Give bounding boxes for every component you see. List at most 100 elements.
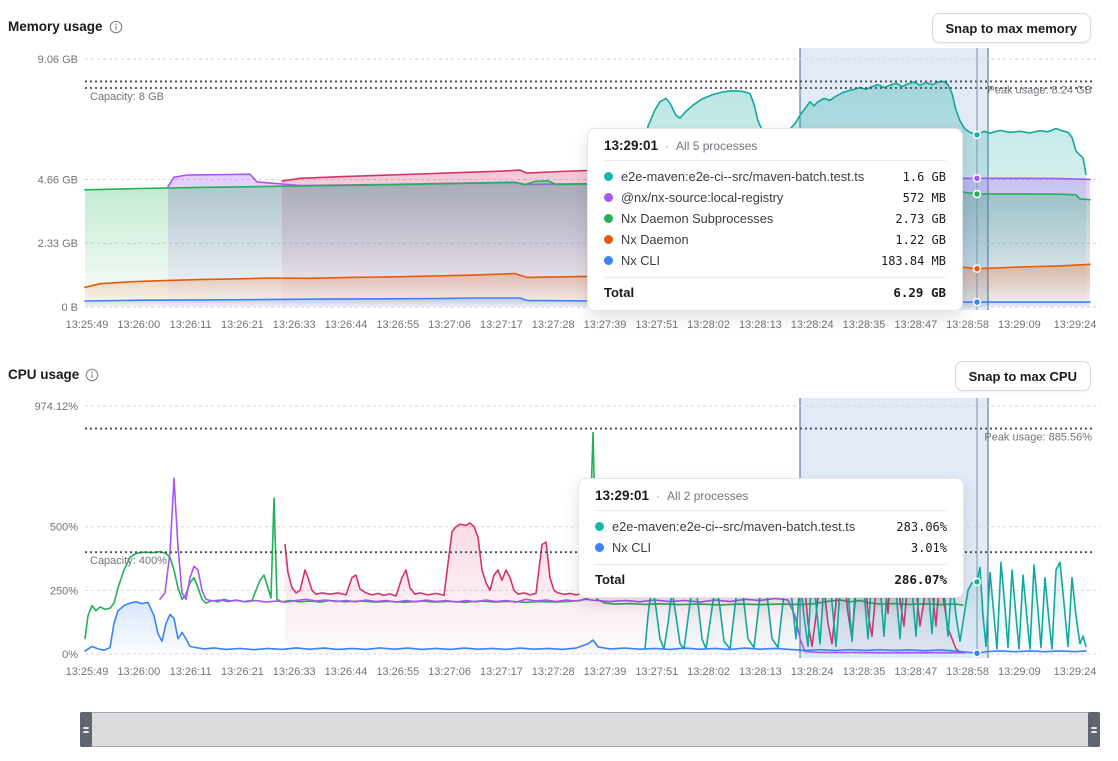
process-value: 1.6 GB: [903, 170, 946, 184]
series-color-dot-icon: [604, 214, 613, 223]
y-axis-label: 9.06 GB: [38, 54, 78, 66]
charts-canvas[interactable]: 9.06 GB 4.66 GB 2.33 GB 0 B Capacity: 8 GB Pe…: [0, 0, 1118, 761]
series-color-dot-icon: [604, 172, 613, 181]
brush-track[interactable]: [80, 712, 1100, 747]
info-icon[interactable]: [109, 20, 123, 34]
process-name: Nx Daemon: [621, 232, 887, 247]
tooltip-total-value: 6.29 GB: [893, 285, 946, 300]
process-name: e2e-maven:e2e-ci--src/maven-batch.test.t…: [621, 169, 895, 184]
x-axis-label: 13:26:55: [376, 666, 419, 678]
crosshair-dot: [974, 131, 981, 138]
y-axis-label: 2.33 GB: [38, 238, 78, 250]
cpu-section-header: CPU usage: [8, 367, 99, 382]
x-axis-label: 13:26:11: [170, 319, 212, 331]
process-name: Nx CLI: [621, 253, 873, 268]
process-name: Nx CLI: [612, 540, 903, 555]
tooltip-subtitle: All 2 processes: [667, 489, 748, 503]
x-axis-label: 13:26:44: [325, 666, 368, 678]
y-axis-label: 500%: [50, 522, 78, 534]
tooltip-total-row: Total 286.07%: [595, 564, 947, 587]
tooltip-rows: e2e-maven:e2e-ci--src/maven-batch.test.t…: [604, 161, 946, 273]
info-icon[interactable]: [85, 368, 99, 382]
x-axis-label: 13:28:47: [894, 666, 937, 678]
process-value: 283.06%: [896, 520, 947, 534]
tooltip-row: e2e-maven:e2e-ci--src/maven-batch.test.t…: [595, 516, 947, 537]
y-axis-label: 974.12%: [35, 401, 79, 413]
x-axis-label: 13:29:09: [998, 319, 1041, 331]
brush-handle-left[interactable]: [80, 712, 92, 747]
tooltip-rows: e2e-maven:e2e-ci--src/maven-batch.test.t…: [595, 511, 947, 560]
process-value: 1.22 GB: [895, 233, 946, 247]
x-axis-label: 13:26:44: [325, 319, 368, 331]
tooltip-separator: ·: [656, 489, 660, 503]
y-axis-label: 250%: [50, 585, 78, 597]
memory-tooltip: 13:29:01 · All 5 processes e2e-maven:e2e…: [587, 128, 963, 311]
process-value: 3.01%: [911, 541, 947, 555]
x-axis-label: 13:28:13: [739, 319, 782, 331]
crosshair-dot: [974, 175, 981, 182]
tooltip-row: Nx Daemon 1.22 GB: [604, 229, 946, 250]
tooltip-header: 13:29:01 · All 5 processes: [604, 138, 946, 161]
y-axis-label: 0 B: [61, 302, 78, 314]
x-axis-label: 13:26:00: [117, 319, 160, 331]
process-value: 572 MB: [903, 191, 946, 205]
snap-to-max-cpu-button[interactable]: Snap to max CPU: [955, 361, 1091, 391]
x-axis-label: 13:26:33: [273, 666, 316, 678]
x-axis-label: 13:27:28: [532, 319, 575, 331]
tooltip-row: Nx CLI 183.84 MB: [604, 250, 946, 271]
x-axis-label: 13:27:39: [584, 319, 627, 331]
x-axis-label: 13:26:00: [117, 666, 160, 678]
tooltip-total-label: Total: [604, 285, 634, 300]
snap-to-max-memory-button[interactable]: Snap to max memory: [932, 13, 1092, 43]
x-axis-label: 13:28:58: [946, 666, 989, 678]
x-axis-label: 13:28:47: [894, 319, 937, 331]
tooltip-total-value: 286.07%: [894, 572, 947, 587]
capacity-label: Capacity: 400%: [90, 555, 167, 567]
tooltip-row: e2e-maven:e2e-ci--src/maven-batch.test.t…: [604, 166, 946, 187]
tooltip-row: Nx Daemon Subprocesses 2.73 GB: [604, 208, 946, 229]
tooltip-subtitle: All 5 processes: [676, 139, 757, 153]
peak-label: Peak usage: 8.24 GB: [987, 84, 1092, 96]
process-monitor-page: 9.06 GB 4.66 GB 2.33 GB 0 B Capacity: 8 GB Pe…: [0, 0, 1118, 761]
x-axis-label: 13:28:24: [791, 319, 834, 331]
memory-chart-title: Memory usage: [8, 19, 103, 34]
x-axis-label: 13:28:02: [687, 319, 730, 331]
process-name: Nx Daemon Subprocesses: [621, 211, 887, 226]
x-axis-label: 13:27:17: [480, 319, 523, 331]
x-axis-label: 13:27:17: [480, 666, 523, 678]
tooltip-row: Nx CLI 3.01%: [595, 537, 947, 558]
x-axis-label: 13:28:24: [791, 666, 834, 678]
x-axis-label: 13:26:55: [376, 319, 419, 331]
x-axis-label: 13:29:09: [998, 666, 1041, 678]
process-value: 183.84 MB: [881, 254, 946, 268]
y-axis-label: 0%: [62, 649, 78, 661]
crosshair-dot: [974, 265, 981, 272]
x-axis-label: 13:26:21: [221, 666, 264, 678]
tooltip-header: 13:29:01 · All 2 processes: [595, 488, 947, 511]
process-value: 2.73 GB: [895, 212, 946, 226]
x-axis-label: 13:25:49: [66, 666, 109, 678]
x-axis-label: 13:27:06: [428, 666, 471, 678]
crosshair-dot: [974, 578, 981, 585]
tooltip-separator: ·: [665, 139, 669, 153]
series-color-dot-icon: [604, 235, 613, 244]
peak-label: Peak usage: 885.56%: [984, 432, 1092, 444]
y-axis-label: 4.66 GB: [38, 174, 78, 186]
series-color-dot-icon: [595, 522, 604, 531]
brush-handle-right[interactable]: [1088, 712, 1100, 747]
x-axis-label: 13:28:35: [843, 319, 886, 331]
series-color-dot-icon: [604, 256, 613, 265]
x-axis-label: 13:26:33: [273, 319, 316, 331]
x-axis-label: 13:27:51: [635, 319, 678, 331]
tooltip-row: @nx/nx-source:local-registry572 MB: [604, 187, 946, 208]
cpu-chart-title: CPU usage: [8, 367, 79, 382]
memory-section-header: Memory usage: [8, 19, 123, 34]
crosshair-dot: [974, 650, 981, 657]
tooltip-total-label: Total: [595, 572, 625, 587]
capacity-label: Capacity: 8 GB: [90, 91, 164, 103]
series-color-dot-icon: [604, 193, 613, 202]
crosshair-dot: [974, 190, 981, 197]
tooltip-time: 13:29:01: [604, 138, 658, 153]
x-axis-label: 13:28:58: [946, 319, 989, 331]
x-axis-label: 13:26:11: [170, 666, 212, 678]
